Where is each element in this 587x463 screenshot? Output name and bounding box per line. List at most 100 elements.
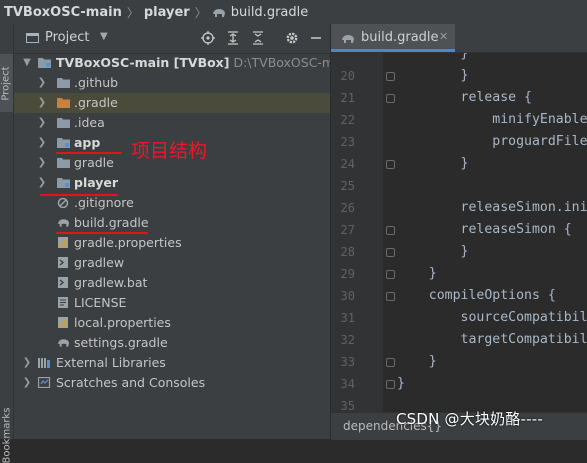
annotation-underline-build-gradle (56, 232, 148, 234)
chevron-right-icon[interactable]: ❯ (22, 373, 32, 393)
folder-module-icon (57, 138, 70, 148)
properties-icon (58, 237, 68, 248)
text-file-icon (58, 297, 68, 308)
tree-item-gitignore[interactable]: .gitignore (14, 193, 330, 213)
breadcrumb-file[interactable]: build.gradle (231, 5, 309, 20)
line-number: 31 (340, 311, 355, 325)
chevron-right-icon[interactable]: ❯ (37, 113, 47, 133)
fold-marker-icon[interactable] (386, 160, 395, 169)
annotation-project-structure: 项目结构 (131, 140, 208, 162)
bookmarks-tool-tab[interactable]: Bookmarks (0, 408, 13, 463)
code-line[interactable]: } (397, 263, 437, 285)
annotation-underline-app (56, 152, 122, 154)
project-view-selector[interactable]: Project (45, 30, 89, 45)
breadcrumb: TVBoxOSC-main 〉 player 〉 build.gradle (0, 0, 587, 25)
editor: build.gradle ✕ } 20 } 21 release {22 minif… (331, 24, 587, 440)
code-line[interactable]: proguardFile (397, 131, 587, 153)
breadcrumb-project[interactable]: TVBoxOSC-main (4, 5, 122, 20)
chevron-down-icon[interactable]: ▼ (22, 53, 32, 73)
expand-all-icon[interactable] (225, 30, 241, 46)
code-line[interactable]: } (397, 153, 469, 175)
tree-item-build-gradle[interactable]: build.gradle (14, 213, 330, 233)
script-icon (58, 277, 68, 288)
line-number: 28 (340, 245, 355, 259)
editor-tab-bar: build.gradle ✕ (331, 24, 587, 53)
chevron-down-icon[interactable]: ▼ (100, 31, 108, 42)
target-icon[interactable] (200, 30, 216, 46)
tab-build-gradle[interactable]: build.gradle ✕ (331, 24, 455, 52)
line-number: 22 (340, 113, 355, 127)
chevron-right-icon[interactable]: ❯ (37, 133, 47, 153)
annotation-underline-player (40, 194, 118, 196)
line-number: 34 (340, 377, 355, 391)
tree-item-gradlew-bat[interactable]: gradlew.bat (14, 273, 330, 293)
tree-item-settings-gradle[interactable]: settings.gradle (14, 333, 330, 353)
line-number: 21 (340, 91, 355, 105)
gitignore-icon (57, 197, 69, 208)
fold-marker-icon[interactable] (386, 94, 395, 103)
minimize-icon[interactable] (308, 30, 324, 46)
fold-marker-icon[interactable] (386, 380, 395, 389)
tree-item-gradle-dir[interactable]: ❯ .gradle (14, 93, 330, 113)
tree-item-external-libraries[interactable]: ❯ External Libraries (14, 353, 330, 373)
collapse-all-icon[interactable] (250, 30, 266, 46)
watermark: CSDN @大块奶酪---- (396, 410, 543, 428)
code-line[interactable]: release { (397, 87, 532, 109)
code-line[interactable]: } (397, 373, 405, 395)
properties-icon (58, 317, 68, 328)
line-number: 24 (340, 157, 355, 171)
tree-item-root[interactable]: ▼ TVBoxOSC-main [TVBox] D:\TVBoxOSC-main (14, 53, 330, 73)
chevron-right-icon[interactable]: ❯ (37, 173, 47, 193)
code-line[interactable]: } (397, 241, 469, 263)
breadcrumb-module[interactable]: player (144, 5, 190, 20)
project-panel-header: Project ▼ (14, 24, 330, 54)
chevron-right-icon[interactable]: ❯ (22, 353, 32, 373)
line-number: 27 (340, 223, 355, 237)
code-line[interactable]: } (397, 65, 469, 87)
fold-marker-icon[interactable] (386, 226, 395, 235)
gradle-elephant-icon (212, 8, 225, 17)
gradle-elephant-icon (342, 35, 354, 43)
code-line[interactable]: releaseSimon { (397, 219, 572, 241)
tree-item-gradle-properties[interactable]: gradle.properties (14, 233, 330, 253)
close-icon[interactable]: ✕ (439, 30, 448, 43)
fold-marker-icon[interactable] (386, 270, 395, 279)
fold-marker-icon[interactable] (386, 358, 395, 367)
code-area[interactable]: } 20 } 21 release {22 minifyEnable 23 progu… (331, 53, 587, 412)
project-view-icon (26, 33, 39, 43)
tree-item-idea[interactable]: ❯ .idea (14, 113, 330, 133)
tree-item-license[interactable]: LICENSE (14, 293, 330, 313)
code-line[interactable]: targetCompatibil (397, 329, 587, 351)
chevron-right-icon: 〉 (194, 5, 207, 20)
tool-window-strip: Project Bookmarks (0, 24, 14, 463)
line-number: 23 (340, 135, 355, 149)
code-line[interactable]: } (397, 351, 437, 373)
project-tool-tab[interactable]: Project (0, 54, 13, 112)
fold-marker-icon[interactable] (386, 72, 395, 81)
code-line[interactable]: sourceCompatibil (397, 307, 587, 329)
gradle-elephant-icon (57, 219, 70, 227)
chevron-right-icon[interactable]: ❯ (37, 153, 47, 173)
code-line[interactable]: compileOptions { (397, 285, 556, 307)
line-number: 35 (340, 399, 355, 412)
tree-item-github[interactable]: ❯ .github (14, 73, 330, 93)
tree-item-gradlew[interactable]: gradlew (14, 253, 330, 273)
tree-item-player[interactable]: ❯ player (14, 173, 330, 193)
fold-marker-icon[interactable] (386, 292, 395, 301)
code-line[interactable]: minifyEnable (397, 109, 587, 131)
line-number: 25 (340, 179, 355, 193)
folder-orange-icon (57, 98, 70, 108)
chevron-right-icon[interactable]: ❯ (37, 93, 47, 113)
line-number: 33 (340, 355, 355, 369)
fold-marker-icon[interactable] (386, 248, 395, 257)
gear-icon[interactable] (284, 30, 300, 46)
tree-item-local-properties[interactable]: local.properties (14, 313, 330, 333)
scratches-icon (38, 377, 51, 388)
script-icon (58, 257, 68, 268)
folder-module-icon (57, 178, 70, 188)
chevron-right-icon[interactable]: ❯ (37, 73, 47, 93)
tree-item-scratches[interactable]: ❯ Scratches and Consoles (14, 373, 330, 393)
folder-icon (57, 78, 70, 88)
line-number: 32 (340, 333, 355, 347)
code-line[interactable]: releaseSimon.ini (397, 197, 587, 219)
